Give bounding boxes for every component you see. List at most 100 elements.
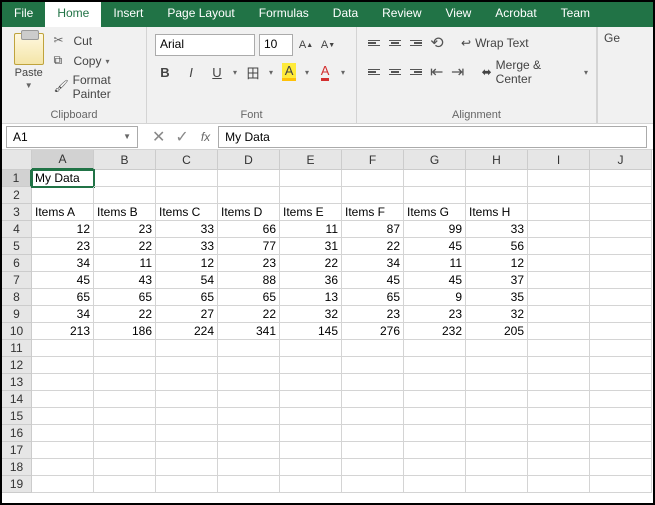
- cell-F7[interactable]: 45: [342, 272, 404, 289]
- cell-A12[interactable]: [32, 357, 94, 374]
- column-header-I[interactable]: I: [528, 150, 590, 170]
- tab-acrobat[interactable]: Acrobat: [483, 2, 548, 27]
- cell-J5[interactable]: [590, 238, 652, 255]
- cell-G12[interactable]: [404, 357, 466, 374]
- cell-I14[interactable]: [528, 391, 590, 408]
- cell-C10[interactable]: 224: [156, 323, 218, 340]
- cell-E10[interactable]: 145: [280, 323, 342, 340]
- cell-I7[interactable]: [528, 272, 590, 289]
- italic-button[interactable]: I: [181, 62, 201, 82]
- cell-E2[interactable]: [280, 187, 342, 204]
- cell-C19[interactable]: [156, 476, 218, 493]
- cell-B3[interactable]: Items B: [94, 204, 156, 221]
- tab-data[interactable]: Data: [321, 2, 370, 27]
- cell-H18[interactable]: [466, 459, 528, 476]
- cell-G15[interactable]: [404, 408, 466, 425]
- row-header-5[interactable]: 5: [2, 238, 32, 255]
- cell-H1[interactable]: [466, 170, 528, 187]
- cell-F9[interactable]: 23: [342, 306, 404, 323]
- cell-F18[interactable]: [342, 459, 404, 476]
- cell-H10[interactable]: 205: [466, 323, 528, 340]
- cell-A8[interactable]: 65: [32, 289, 94, 306]
- cell-G10[interactable]: 232: [404, 323, 466, 340]
- cell-B9[interactable]: 22: [94, 306, 156, 323]
- cell-E3[interactable]: Items E: [280, 204, 342, 221]
- tab-team[interactable]: Team: [549, 2, 602, 27]
- cell-F14[interactable]: [342, 391, 404, 408]
- row-header-4[interactable]: 4: [2, 221, 32, 238]
- cell-E6[interactable]: 22: [280, 255, 342, 272]
- row-header-17[interactable]: 17: [2, 442, 32, 459]
- cell-F4[interactable]: 87: [342, 221, 404, 238]
- cell-C6[interactable]: 12: [156, 255, 218, 272]
- cell-E17[interactable]: [280, 442, 342, 459]
- cell-H8[interactable]: 35: [466, 289, 528, 306]
- align-top-button[interactable]: [365, 34, 383, 52]
- row-header-6[interactable]: 6: [2, 255, 32, 272]
- cell-H5[interactable]: 56: [466, 238, 528, 255]
- cell-H16[interactable]: [466, 425, 528, 442]
- cell-A5[interactable]: 23: [32, 238, 94, 255]
- row-header-18[interactable]: 18: [2, 459, 32, 476]
- cell-H4[interactable]: 33: [466, 221, 528, 238]
- cell-C5[interactable]: 33: [156, 238, 218, 255]
- cell-C12[interactable]: [156, 357, 218, 374]
- cell-G11[interactable]: [404, 340, 466, 357]
- cell-I1[interactable]: [528, 170, 590, 187]
- cell-H3[interactable]: Items H: [466, 204, 528, 221]
- align-left-button[interactable]: [365, 63, 383, 81]
- cell-F17[interactable]: [342, 442, 404, 459]
- row-header-1[interactable]: 1: [2, 170, 32, 187]
- cell-B1[interactable]: [94, 170, 156, 187]
- formula-bar[interactable]: My Data: [218, 126, 647, 148]
- cell-E13[interactable]: [280, 374, 342, 391]
- cell-B5[interactable]: 22: [94, 238, 156, 255]
- cell-J19[interactable]: [590, 476, 652, 493]
- cell-C11[interactable]: [156, 340, 218, 357]
- tab-page-layout[interactable]: Page Layout: [155, 2, 246, 27]
- cell-D15[interactable]: [218, 408, 280, 425]
- column-header-E[interactable]: E: [280, 150, 342, 170]
- cell-F11[interactable]: [342, 340, 404, 357]
- cell-B18[interactable]: [94, 459, 156, 476]
- cell-C17[interactable]: [156, 442, 218, 459]
- cell-A1[interactable]: My Data: [32, 170, 94, 187]
- row-header-7[interactable]: 7: [2, 272, 32, 289]
- cell-H13[interactable]: [466, 374, 528, 391]
- cell-A19[interactable]: [32, 476, 94, 493]
- cell-A9[interactable]: 34: [32, 306, 94, 323]
- row-header-2[interactable]: 2: [2, 187, 32, 204]
- decrease-indent-button[interactable]: ⇤: [428, 63, 446, 81]
- cell-D18[interactable]: [218, 459, 280, 476]
- cell-J11[interactable]: [590, 340, 652, 357]
- tab-formulas[interactable]: Formulas: [247, 2, 321, 27]
- cell-D5[interactable]: 77: [218, 238, 280, 255]
- font-size-select[interactable]: 10: [259, 34, 293, 56]
- decrease-font-button[interactable]: A▼: [319, 36, 337, 54]
- cell-B8[interactable]: 65: [94, 289, 156, 306]
- cell-B13[interactable]: [94, 374, 156, 391]
- cell-A7[interactable]: 45: [32, 272, 94, 289]
- cell-B12[interactable]: [94, 357, 156, 374]
- cell-D11[interactable]: [218, 340, 280, 357]
- cell-A15[interactable]: [32, 408, 94, 425]
- cell-I9[interactable]: [528, 306, 590, 323]
- cell-A6[interactable]: 34: [32, 255, 94, 272]
- cell-E18[interactable]: [280, 459, 342, 476]
- cell-I2[interactable]: [528, 187, 590, 204]
- tab-file[interactable]: File: [2, 2, 45, 27]
- cell-G14[interactable]: [404, 391, 466, 408]
- cell-E8[interactable]: 13: [280, 289, 342, 306]
- cell-G4[interactable]: 99: [404, 221, 466, 238]
- cell-E7[interactable]: 36: [280, 272, 342, 289]
- wrap-text-button[interactable]: ↩Wrap Text: [461, 36, 529, 50]
- row-header-13[interactable]: 13: [2, 374, 32, 391]
- cell-I16[interactable]: [528, 425, 590, 442]
- cell-E11[interactable]: [280, 340, 342, 357]
- cell-J13[interactable]: [590, 374, 652, 391]
- cell-D6[interactable]: 23: [218, 255, 280, 272]
- cell-F1[interactable]: [342, 170, 404, 187]
- cell-A13[interactable]: [32, 374, 94, 391]
- row-header-9[interactable]: 9: [2, 306, 32, 323]
- cell-H17[interactable]: [466, 442, 528, 459]
